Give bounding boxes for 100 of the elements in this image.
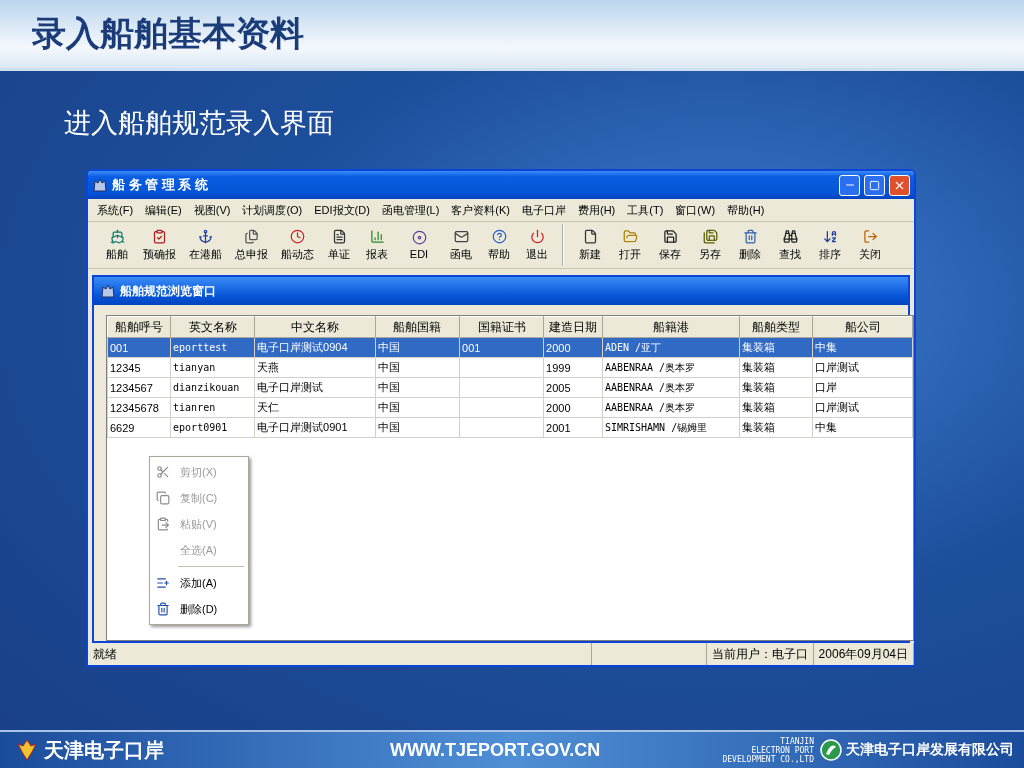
column-header[interactable]: 船舶呼号 (107, 316, 171, 338)
trash-icon (156, 602, 170, 616)
table-row[interactable]: 001 eporttest 电子口岸测试0904 中国 001 2000 ADEN /亚丁 集装箱 中集 (107, 337, 913, 358)
new-file-icon (582, 228, 598, 244)
table-cell: 集装箱 (741, 381, 775, 393)
maximize-icon (869, 179, 880, 191)
table-cell: 12345678 (110, 401, 159, 414)
table-cell: AABENRAA /奥本罗 (604, 361, 696, 373)
app-icon (100, 283, 116, 299)
toolbar-button[interactable]: 报表 (358, 224, 396, 266)
table-row[interactable]: 12345 tianyan 天燕 中国 1999 AABENRAA /奥本罗 集装箱 口岸测试 (107, 357, 913, 378)
menu-item[interactable]: 函电管理(L) (376, 200, 445, 220)
toolbar-button[interactable]: 帮助 (480, 224, 518, 266)
mail-icon (453, 228, 469, 244)
company-logo-icon (820, 739, 842, 761)
trash-icon (742, 228, 758, 244)
column-header[interactable]: 船籍港 (602, 316, 740, 338)
table-cell: eport0901 (173, 422, 228, 433)
toolbar-button[interactable]: 关闭 (850, 224, 890, 266)
menu-item[interactable]: 客户资料(K) (446, 200, 515, 220)
toolbar-button[interactable]: 新建 (570, 224, 610, 266)
table-row[interactable]: 6629 eport0901 电子口岸测试0901 中国 2001 SIMRISHAMN /锡姆里 集装箱 中集 (107, 417, 913, 438)
menu-item[interactable]: 工具(T) (622, 200, 669, 220)
table-cell: 口岸测试 (815, 401, 860, 413)
sort-icon (822, 228, 838, 244)
website-url: WWW.TJEPORT.GOV.CN (390, 739, 602, 761)
menu-item[interactable]: 窗口(W) (670, 200, 721, 220)
column-header[interactable]: 国籍证书 (459, 316, 544, 338)
menu-item[interactable]: 视图(V) (188, 200, 236, 220)
maximize-button[interactable] (864, 174, 885, 196)
toolbar-button[interactable]: 船动态 (274, 224, 320, 266)
menu-item[interactable]: 系统(F) (92, 200, 139, 220)
logo-icon (16, 738, 38, 762)
table-cell: 中国 (377, 361, 400, 373)
toolbar-button[interactable]: 打开 (610, 224, 650, 266)
table-row[interactable]: 12345678 tianren 天仁 中国 2000 AABENRAA /奥本罗 集装箱 口岸测试 (107, 397, 913, 418)
context-menu-item[interactable]: 添加(A) (150, 570, 248, 596)
toolbar-button[interactable]: 保存 (650, 224, 690, 266)
table-cell: 1234567 (110, 381, 153, 394)
bar-chart-icon (369, 228, 385, 244)
clipboard-check-icon (151, 228, 167, 244)
table-cell: 电子口岸测试 (257, 381, 324, 393)
slide-title: 录入船舶基本资料 (32, 13, 304, 54)
toolbar-button[interactable]: 退出 (518, 224, 556, 266)
table-cell: 集装箱 (741, 341, 775, 353)
menu-item[interactable]: 费用(H) (573, 200, 621, 220)
table-cell: 001 (462, 341, 481, 354)
menu-item[interactable]: EDI报文(D) (309, 200, 375, 220)
toolbar-button[interactable]: 查找 (770, 224, 810, 266)
table-cell: 口岸测试 (815, 361, 860, 373)
binoculars-icon (782, 228, 798, 244)
table-cell: 2000 (546, 341, 571, 354)
table-cell: 中国 (377, 381, 400, 393)
folder-open-icon (622, 228, 638, 244)
column-header[interactable]: 船公司 (812, 316, 913, 338)
toolbar-button[interactable]: 另存 (690, 224, 730, 266)
table-cell: 中国 (377, 421, 400, 433)
toolbar-button[interactable]: 在港船 (182, 224, 228, 266)
column-header[interactable]: 英文名称 (170, 316, 255, 338)
column-header[interactable]: 船舶类型 (739, 316, 813, 338)
toolbar-button[interactable]: EDI (396, 224, 442, 266)
context-menu-item[interactable]: 删除(D) (150, 596, 248, 622)
paste-icon (156, 517, 170, 531)
toolbar-button[interactable]: 单证 (320, 224, 358, 266)
table-cell: 中集 (815, 421, 838, 433)
menu-item[interactable]: 电子口岸 (517, 200, 571, 220)
child-window-title: 船舶规范浏览窗口 (120, 282, 216, 300)
table-row[interactable]: 1234567 dianzikouan 电子口岸测试 中国 2005 AABENRAA /奥本罗 集装箱 口岸 (107, 377, 913, 398)
toolbar-button[interactable]: 船舶 (98, 224, 136, 266)
toolbar-button[interactable]: 删除 (730, 224, 770, 266)
status-text: 2006年09月04日 (813, 643, 914, 665)
save-all-icon (702, 228, 718, 244)
table-cell: ADEN /亚丁 (604, 341, 662, 353)
toolbar-button[interactable]: 预确报 (136, 224, 182, 266)
table-cell: 中集 (815, 341, 838, 353)
table-cell: 集装箱 (741, 401, 775, 413)
table-cell: tianyan (173, 362, 216, 373)
column-header[interactable]: 建造日期 (543, 316, 603, 338)
table-cell: 2000 (546, 401, 571, 414)
menu-item[interactable]: 计划调度(O) (237, 200, 308, 220)
column-header[interactable]: 中文名称 (254, 316, 376, 338)
power-icon (529, 228, 545, 244)
scissors-icon (156, 465, 170, 479)
document-icon (331, 228, 347, 244)
toolbar-button[interactable]: 排序 (810, 224, 850, 266)
menu-item[interactable]: 帮助(H) (722, 200, 770, 220)
column-header[interactable]: 船舶国籍 (375, 316, 460, 338)
close-button[interactable] (889, 174, 910, 196)
table-cell: 001 (110, 341, 129, 354)
list-add-icon (156, 576, 170, 590)
table-cell: 天燕 (257, 361, 280, 373)
minimize-button[interactable] (839, 174, 860, 196)
help-icon (491, 228, 507, 244)
save-icon (662, 228, 678, 244)
toolbar-button[interactable]: 函电 (442, 224, 480, 266)
status-text: 当前用户：电子口 (706, 643, 814, 665)
table-cell: 口岸 (815, 381, 838, 393)
menu-item[interactable]: 编辑(E) (140, 200, 187, 220)
toolbar-button[interactable]: 总申报 (228, 224, 274, 266)
logo-text: 天津电子口岸 (44, 737, 164, 763)
